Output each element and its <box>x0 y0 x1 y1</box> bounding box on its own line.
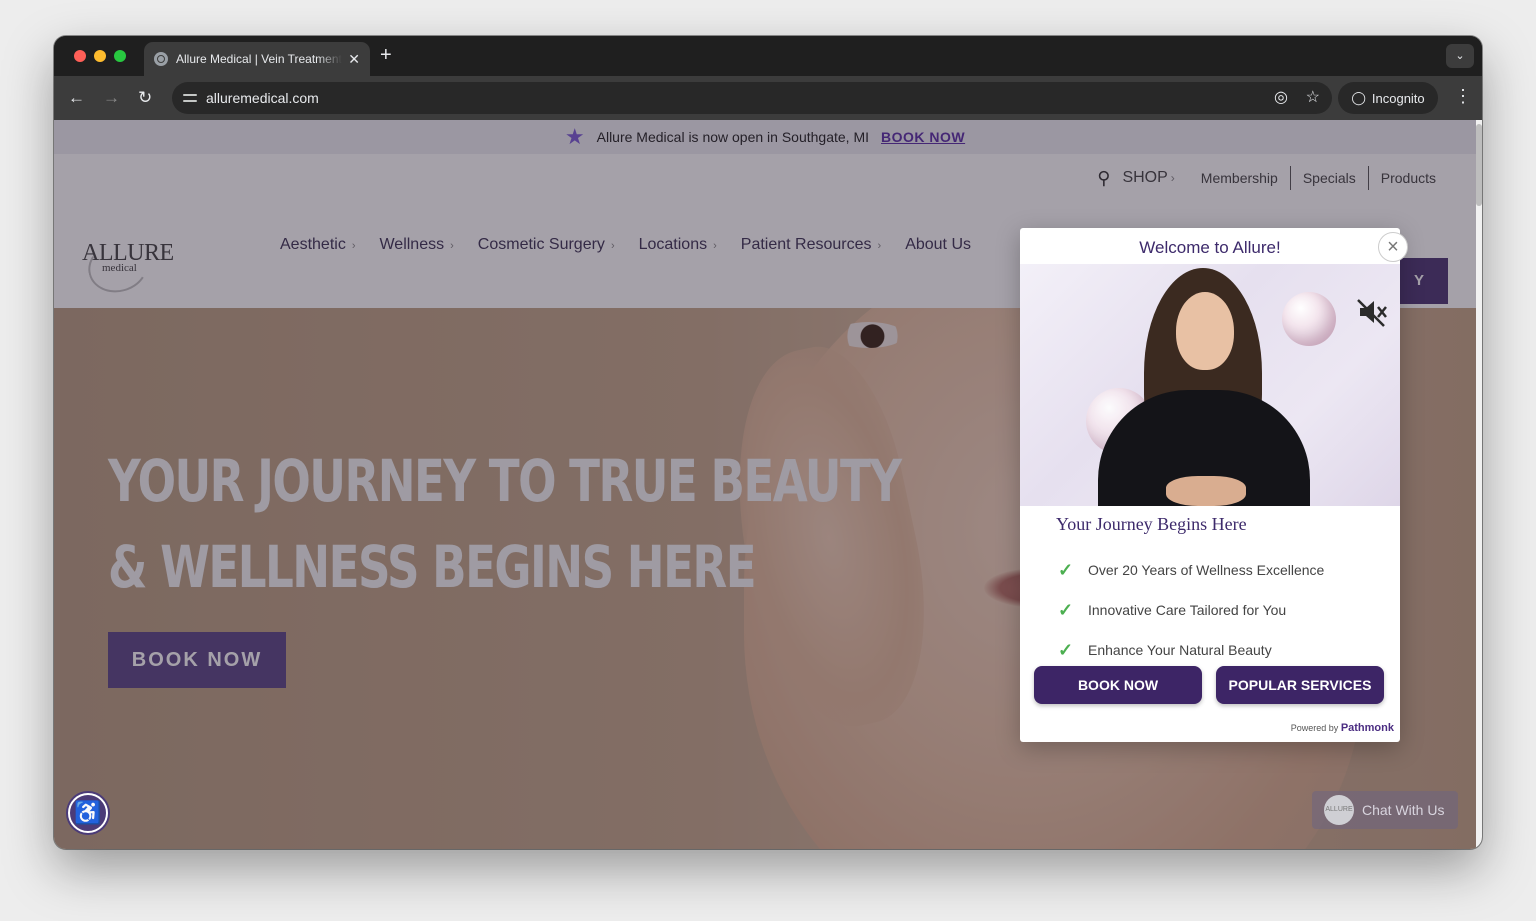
reload-icon[interactable]: ↻ <box>138 88 152 108</box>
presenter-hands <box>1166 476 1246 506</box>
accessibility-icon[interactable]: ♿ <box>68 793 108 833</box>
minimize-window-button[interactable] <box>94 50 106 62</box>
benefit-text: Enhance Your Natural Beauty <box>1088 642 1272 658</box>
close-icon[interactable]: × <box>1378 232 1408 262</box>
page-scrollbar[interactable] <box>1476 120 1482 849</box>
benefit-item: ✓ Over 20 Years of Wellness Excellence <box>1058 550 1324 590</box>
modal-title: Welcome to Allure! <box>1139 238 1281 257</box>
pearl-orb <box>1282 292 1336 346</box>
pathmonk-brand: Pathmonk <box>1340 722 1394 734</box>
welcome-video[interactable] <box>1020 264 1400 506</box>
powered-by-label: Powered by <box>1290 723 1339 733</box>
presenter-face <box>1176 292 1234 370</box>
chat-label: Chat With Us <box>1362 802 1445 818</box>
powered-by-link[interactable]: Powered by Pathmonk <box>1291 722 1394 734</box>
more-menu-icon[interactable]: ⋮ <box>1454 86 1472 106</box>
benefit-item: ✓ Enhance Your Natural Beauty <box>1058 630 1324 670</box>
site-info-icon[interactable] <box>182 90 198 106</box>
forward-arrow-icon[interactable]: → <box>103 88 120 108</box>
tab-close-icon[interactable]: ✕ <box>348 51 360 68</box>
chat-widget-button[interactable]: ALLURE Chat With Us <box>1312 791 1458 829</box>
eye-off-icon[interactable]: ◎ <box>1274 89 1288 107</box>
address-bar[interactable]: alluremedical.com ◎ ☆ <box>172 82 1332 114</box>
tab-title: Allure Medical | Vein Treatment <box>176 52 342 66</box>
benefit-text: Innovative Care Tailored for You <box>1088 602 1287 618</box>
back-arrow-icon[interactable]: ← <box>68 88 85 108</box>
welcome-modal: Welcome to Allure! × Your Journey Begins… <box>1020 228 1408 742</box>
tab-search-chevron-icon[interactable]: ⌄ <box>1446 44 1474 68</box>
scrollbar-thumb[interactable] <box>1476 124 1482 206</box>
bookmark-star-icon[interactable]: ☆ <box>1306 89 1320 107</box>
benefit-item: ✓ Innovative Care Tailored for You <box>1058 590 1324 630</box>
mute-icon[interactable] <box>1356 296 1388 328</box>
check-icon: ✓ <box>1058 560 1074 580</box>
benefit-text: Over 20 Years of Wellness Excellence <box>1088 562 1325 578</box>
url-text[interactable]: alluremedical.com <box>206 90 319 106</box>
browser-toolbar: ← → ↻ alluremedical.com ◎ ☆ ◯ Incognito … <box>54 76 1482 120</box>
modal-book-now-button[interactable]: BOOK NOW <box>1034 666 1202 704</box>
popular-services-button[interactable]: POPULAR SERVICES <box>1216 666 1384 704</box>
maximize-window-button[interactable] <box>114 50 126 62</box>
close-window-button[interactable] <box>74 50 86 62</box>
incognito-badge[interactable]: ◯ Incognito <box>1338 82 1438 114</box>
check-icon: ✓ <box>1058 640 1074 660</box>
tab-strip: Allure Medical | Vein Treatment ✕ + ⌄ <box>54 36 1482 76</box>
incognito-label: Incognito <box>1371 90 1425 106</box>
globe-icon <box>154 52 168 66</box>
check-icon: ✓ <box>1058 600 1074 620</box>
page-viewport: ★ Allure Medical is now open in Southgat… <box>54 120 1476 849</box>
chat-avatar: ALLURE <box>1324 795 1354 825</box>
modal-subtitle: Your Journey Begins Here <box>1056 514 1247 534</box>
browser-window: Allure Medical | Vein Treatment ✕ + ⌄ ← … <box>54 36 1482 849</box>
incognito-icon: ◯ <box>1351 90 1366 105</box>
benefits-list: ✓ Over 20 Years of Wellness Excellence ✓ I… <box>1058 550 1324 670</box>
browser-tab[interactable]: Allure Medical | Vein Treatment ✕ <box>144 42 370 76</box>
new-tab-button[interactable]: + <box>380 45 392 65</box>
